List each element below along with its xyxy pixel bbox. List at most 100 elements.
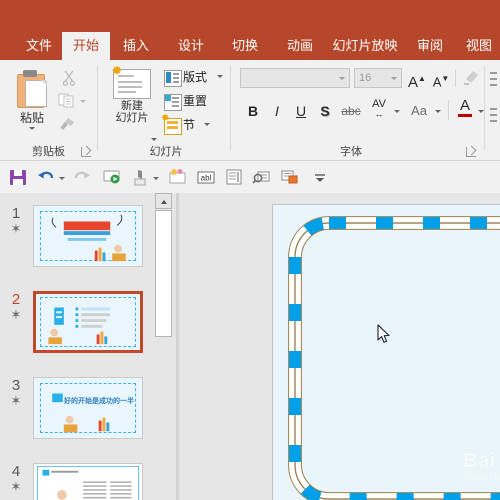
presentation-pointer-icon	[134, 170, 146, 186]
thumbnail-3-content	[52, 393, 110, 433]
thumbnail-number: 4	[11, 463, 21, 480]
section-icon: ✸	[161, 114, 182, 135]
tab-insert[interactable]: 插入	[113, 32, 159, 60]
change-case-chevron-down-icon[interactable]	[435, 110, 441, 113]
presentation-pointer-button[interactable]	[130, 167, 150, 187]
scroll-up-button[interactable]	[155, 193, 172, 209]
redo-button[interactable]	[72, 167, 92, 187]
copy-chevron-down-icon[interactable]	[80, 100, 86, 103]
bullets-icon-line3	[490, 84, 497, 86]
paste-chevron-down-icon[interactable]	[29, 127, 35, 130]
font-size-chevron-down-icon[interactable]	[391, 77, 397, 80]
group-divider	[484, 66, 485, 150]
scrollbar-thumb[interactable]	[155, 210, 172, 337]
new-slide-chevron-down-icon[interactable]	[151, 138, 157, 141]
slide-thumbnail-1[interactable]	[33, 205, 143, 267]
scissors-icon	[62, 70, 76, 86]
pointer-chevron-down-icon[interactable]	[153, 177, 159, 180]
increase-font-size-label: A	[408, 74, 419, 91]
tab-slideshow[interactable]: 幻灯片放映	[327, 32, 403, 60]
layout-label: 版式	[183, 70, 208, 84]
strikethrough-label: abc	[341, 104, 361, 118]
undo-chevron-down-icon[interactable]	[59, 177, 65, 180]
clear-formatting-button[interactable]	[460, 68, 482, 88]
bullets-icon-line2	[490, 78, 497, 80]
character-spacing-button[interactable]: AV ↔	[366, 98, 392, 122]
find-icon	[252, 171, 270, 184]
powerpoint-window: 文件 开始 插入 设计 切换 动画 幻灯片放映 审阅 视图 粘贴 剪贴板 ✸ 新…	[0, 0, 500, 500]
numbering-icon-line3	[490, 120, 497, 122]
new-slide-qat-button[interactable]	[168, 167, 188, 187]
current-slide[interactable]: 目录 Bai du 经验 jingyan.baidu.com	[272, 204, 500, 500]
font-size-combobox[interactable]: 16	[354, 68, 402, 88]
undo-button[interactable]	[36, 167, 56, 187]
group-divider	[97, 66, 98, 150]
decrease-font-size-button[interactable]: A▼	[430, 68, 452, 89]
underline-button[interactable]: U	[290, 100, 312, 122]
customize-toolbar-button[interactable]	[310, 167, 330, 187]
tab-review[interactable]: 审阅	[407, 32, 453, 60]
font-name-chevron-down-icon[interactable]	[339, 77, 345, 80]
reset-button[interactable]: 重置	[164, 92, 224, 112]
format-painter-icon	[60, 118, 74, 130]
spelling-icon	[226, 169, 242, 185]
slide-thumbnail-pane[interactable]: 1 ✶ 2 ✶ 3 ✶ 好的开始是成功的一半 4 ✶	[0, 193, 154, 500]
tab-home[interactable]: 开始	[62, 32, 110, 60]
mouse-pointer-icon	[377, 324, 390, 343]
slide-thumbnail-3[interactable]: 好的开始是成功的一半	[33, 377, 143, 439]
paste-button[interactable]: 粘贴	[8, 66, 56, 146]
cut-button[interactable]	[58, 68, 80, 90]
section-chevron-down-icon[interactable]	[204, 123, 210, 126]
start-from-beginning-button[interactable]	[102, 167, 122, 187]
slide-canvas-area[interactable]: 目录 Bai du 经验 jingyan.baidu.com	[179, 193, 500, 500]
bold-label: B	[247, 103, 259, 119]
from-beginning-icon	[103, 170, 120, 184]
ribbon-tab-strip: 文件 开始 插入 设计 切换 动画 幻灯片放映 审阅 视图	[0, 32, 500, 60]
spelling-button[interactable]	[224, 167, 244, 187]
quick-access-toolbar: abl	[0, 161, 500, 194]
italic-button[interactable]: I	[266, 100, 288, 122]
tab-view[interactable]: 视图	[458, 32, 500, 60]
thumbnail-4-content	[42, 469, 132, 500]
undo-icon	[38, 171, 54, 179]
slide-thumbnail-4[interactable]	[33, 463, 143, 500]
slide-thumbnail-2[interactable]	[33, 291, 143, 353]
clear-formatting-icon	[464, 71, 478, 85]
find-button[interactable]	[252, 167, 272, 187]
clipboard-dialog-launcher[interactable]	[81, 147, 91, 157]
tab-file[interactable]: 文件	[16, 32, 62, 60]
shape-button[interactable]	[280, 167, 300, 187]
layout-button[interactable]: 版式	[164, 68, 224, 88]
text-shadow-button[interactable]: S	[314, 100, 336, 122]
change-case-button[interactable]: Aa	[406, 100, 432, 122]
font-color-button[interactable]: A	[454, 98, 476, 122]
slides-group-label: 幻灯片	[149, 146, 183, 158]
format-painter-button[interactable]	[58, 116, 80, 138]
increase-font-size-button[interactable]: A▲	[406, 68, 428, 91]
copy-button[interactable]	[58, 92, 80, 114]
thumbnail-scrollbar[interactable]	[155, 193, 172, 500]
tab-transitions[interactable]: 切换	[222, 32, 268, 60]
bold-button[interactable]: B	[242, 100, 264, 122]
thumbnail-2-content	[48, 307, 111, 345]
thumbnail-row-2: 2 ✶	[0, 291, 154, 355]
tab-animations[interactable]: 动画	[277, 32, 323, 60]
font-name-combobox[interactable]	[240, 68, 350, 88]
font-group-label: 字体	[340, 146, 362, 158]
new-slide-label-line2: 幻灯片	[115, 112, 149, 124]
strikethrough-button[interactable]: abc	[338, 100, 364, 122]
layout-chevron-down-icon[interactable]	[217, 75, 223, 78]
shape-icon	[281, 170, 298, 184]
thumbnail-number: 3	[11, 377, 21, 394]
new-slide-button[interactable]: ✸ 新建 幻灯片	[104, 64, 160, 148]
more-commands-icon	[315, 174, 325, 182]
tab-design[interactable]: 设计	[168, 32, 214, 60]
text-box-button[interactable]: abl	[196, 167, 216, 187]
save-button[interactable]	[8, 167, 28, 187]
font-dialog-launcher[interactable]	[466, 147, 476, 157]
section-button[interactable]: ✸ 节	[161, 114, 224, 136]
character-spacing-chevron-down-icon[interactable]	[394, 110, 400, 113]
group-divider	[230, 66, 231, 150]
character-spacing-arrows-icon: ↔	[374, 109, 384, 119]
workspace: 1 ✶ 2 ✶ 3 ✶ 好的开始是成功的一半 4 ✶ Bai jingyan.b	[0, 193, 500, 500]
